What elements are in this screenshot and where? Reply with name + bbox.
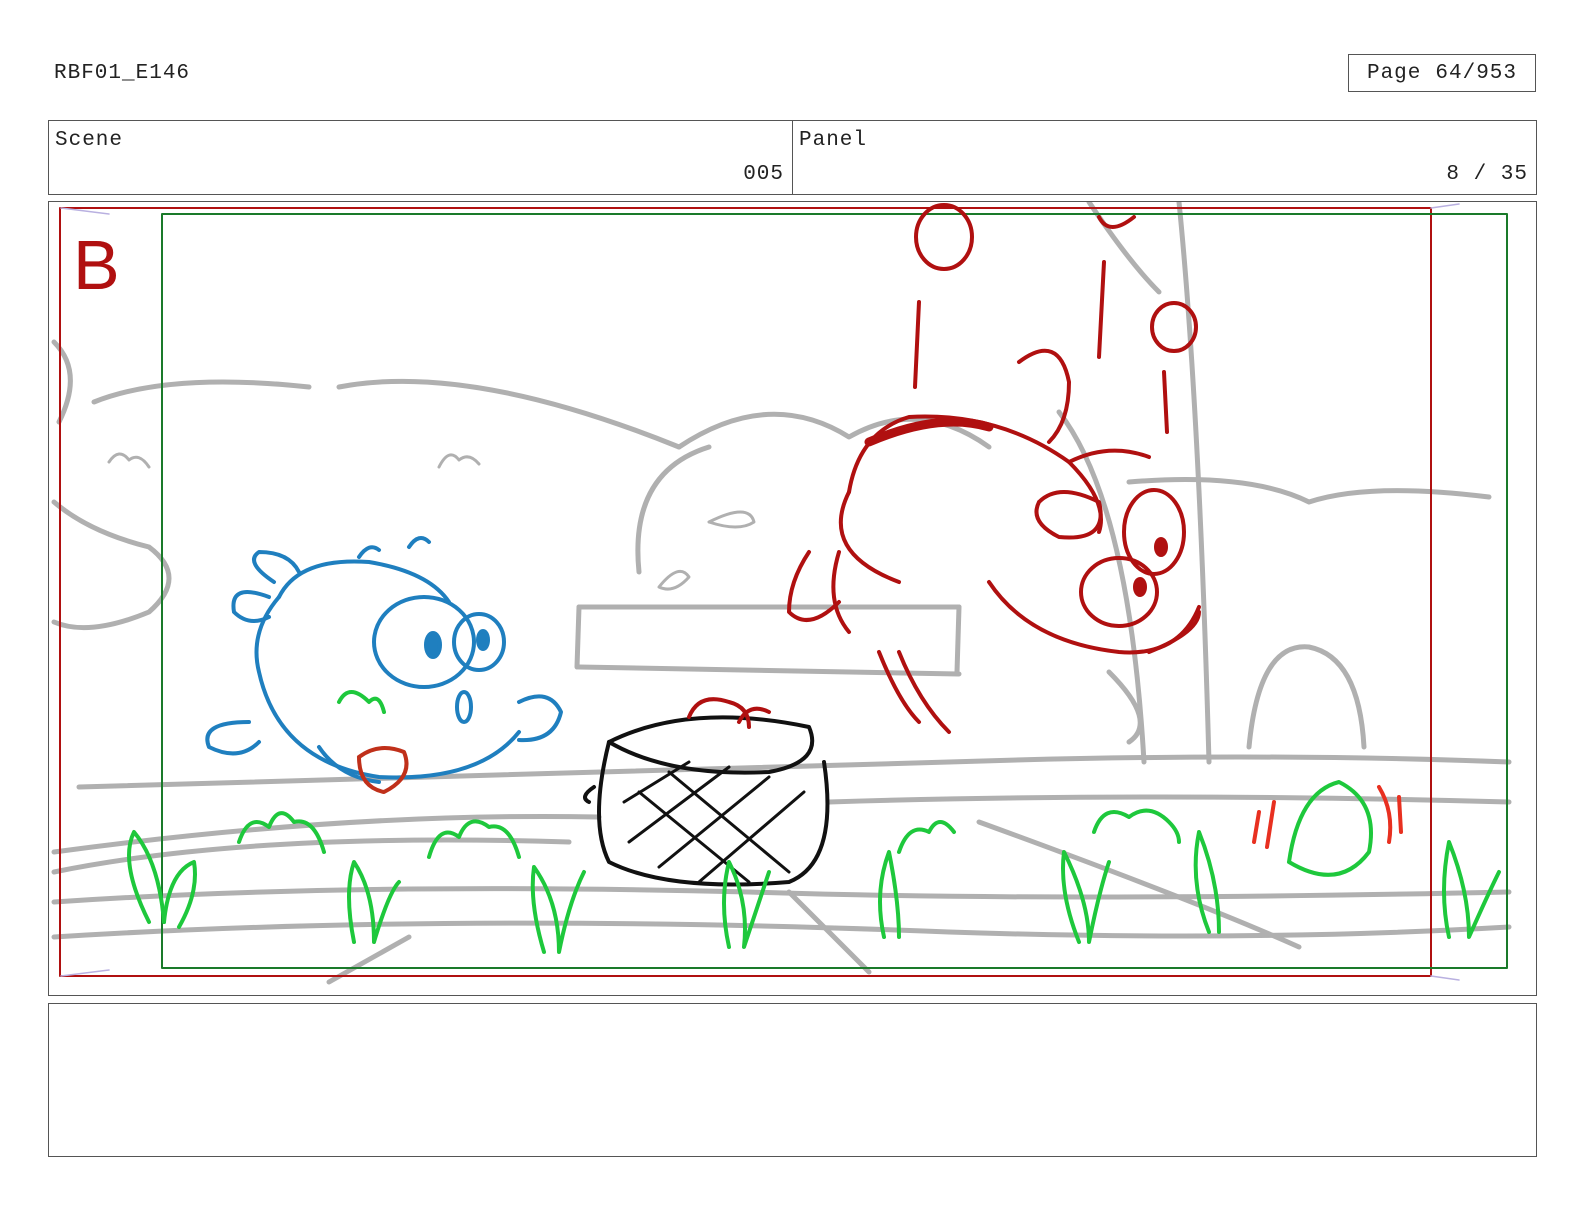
panel-drawing — [51, 202, 1512, 985]
panel-number: 8 / 35 — [1446, 163, 1528, 186]
storyboard-panel: B — [48, 201, 1537, 996]
panel-label: Panel — [799, 129, 868, 152]
scene-number: 005 — [743, 163, 784, 186]
safe-frame — [59, 207, 1432, 977]
notes-box — [48, 1003, 1537, 1157]
document-id: RBF01_E146 — [54, 62, 191, 85]
page-counter: Page 64/953 — [1348, 54, 1536, 92]
scene-panel-info: Scene 005 Panel 8 / 35 — [48, 120, 1537, 195]
blue-character — [205, 536, 563, 784]
basket — [583, 715, 830, 887]
page-value: 64/953 — [1435, 61, 1518, 85]
scene-label: Scene — [55, 129, 124, 152]
red-character — [787, 203, 1201, 734]
apples-in-basket — [687, 697, 771, 729]
panel-letter: B — [73, 226, 120, 304]
page-label: Page — [1366, 61, 1422, 85]
scene-cell: Scene 005 — [49, 121, 792, 194]
panel-cell: Panel 8 / 35 — [792, 121, 1536, 194]
